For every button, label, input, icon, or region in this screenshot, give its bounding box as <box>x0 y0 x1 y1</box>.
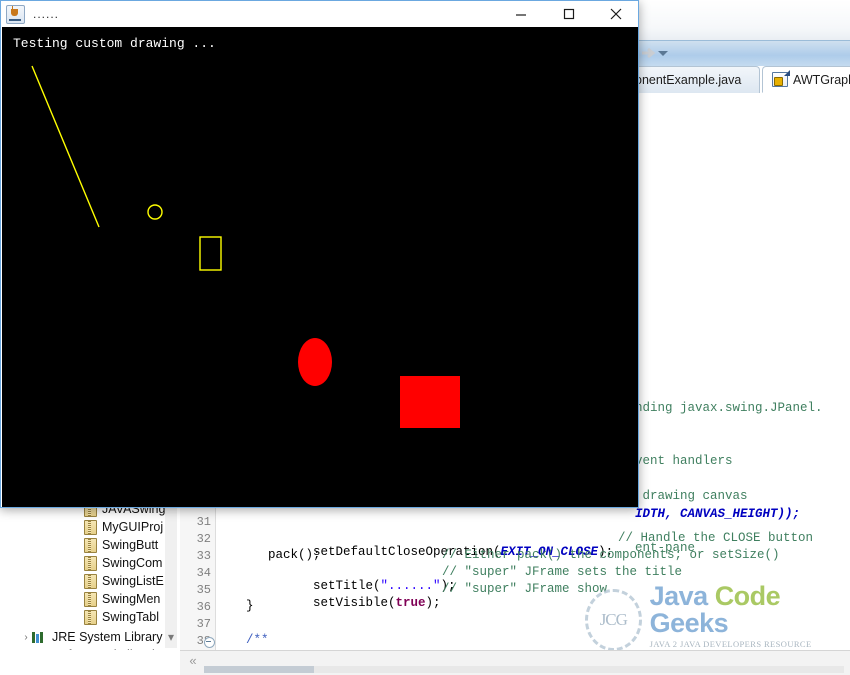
code-fragment: IDTH, CANVAS_HEIGHT)); <box>635 507 801 521</box>
list-item-label: MyGUIProj <box>102 520 164 534</box>
editor-horizontal-scrollbar-thumb[interactable] <box>204 666 314 673</box>
code-fragment: drawing canvas <box>635 489 748 503</box>
code-line-38: /** <box>246 633 269 647</box>
line-number: 31 <box>196 515 211 529</box>
code-token-keyword: true <box>395 596 426 610</box>
line-number: 34 <box>196 566 211 580</box>
code-line-35: setVisible(true); <box>268 582 441 624</box>
tab-label: onentExample.java <box>635 73 742 87</box>
circle-shape <box>147 204 163 220</box>
list-item[interactable]: SwingCom <box>0 554 180 572</box>
list-item[interactable]: SwingTabl <box>0 608 180 626</box>
canvas-shapes <box>31 65 460 428</box>
java-code-geeks-watermark: JCG Java Code Geeks JAVA 2 JAVA DEVELOPE… <box>585 583 845 657</box>
explorer-footer <box>0 650 180 674</box>
list-item[interactable]: MyGUIProj <box>0 518 180 536</box>
library-icon <box>32 631 47 643</box>
list-item-label: SwingTabl <box>102 610 159 624</box>
line-number: 33 <box>196 549 211 563</box>
tab-componentexample-java[interactable]: onentExample.java <box>625 66 760 93</box>
code-token: ); <box>425 596 441 610</box>
close-button[interactable] <box>593 1 639 27</box>
list-item[interactable]: SwingButt <box>0 536 180 554</box>
window-title: ...... <box>33 7 60 21</box>
list-item[interactable]: SwingListE <box>0 572 180 590</box>
code-fragment: nding javax.swing.JPanel. <box>635 401 823 415</box>
list-item-label: SwingListE <box>102 574 164 588</box>
line-number: 32 <box>196 532 211 546</box>
code-comment-32: // Handle the CLOSE button <box>618 531 814 545</box>
code-comment-35: // "super" JFrame show <box>442 582 608 596</box>
watermark-title-part: Geeks <box>649 608 729 638</box>
code-fragment: vent handlers <box>635 454 733 468</box>
line-shape <box>31 65 100 228</box>
package-icon <box>84 573 97 589</box>
custom-drawing-canvas[interactable]: Testing custom drawing ... <box>2 27 638 507</box>
maximize-button[interactable] <box>546 1 592 27</box>
package-icon <box>84 591 97 607</box>
package-icon <box>84 519 97 535</box>
code-token: setVisible( <box>313 596 396 610</box>
java-class-locked-icon <box>772 72 788 87</box>
line-number: 36 <box>196 600 211 614</box>
package-icon <box>84 609 97 625</box>
rectangle-shape <box>199 236 222 271</box>
tab-awtgraphics[interactable]: AWTGraphics <box>762 66 850 93</box>
filled-rect-shape <box>400 376 460 428</box>
package-icon <box>84 537 97 553</box>
chevron-down-icon[interactable] <box>654 44 672 62</box>
double-chevron-left-icon[interactable]: « <box>184 652 202 670</box>
list-item-label: SwingButt <box>102 538 159 552</box>
list-item-label: JRE System Library <box>52 630 163 644</box>
line-number: 37 <box>196 617 211 631</box>
list-item-label: SwingMen <box>102 592 161 606</box>
code-line-33: pack(); <box>268 548 321 562</box>
package-icon <box>84 555 97 571</box>
watermark-title-part: Java <box>649 581 715 611</box>
code-comment-34: // "super" JFrame sets the title <box>442 565 683 579</box>
list-item[interactable]: SwingMen <box>0 590 180 608</box>
tree-twisty[interactable]: › <box>20 632 32 643</box>
tab-label: AWTGraphics <box>793 72 850 87</box>
list-item-jre-system-library[interactable]: › JRE System Library <box>0 628 180 646</box>
chevron-down-icon[interactable]: ▾ <box>164 630 178 644</box>
watermark-text: Java Code Geeks JAVA 2 JAVA DEVELOPERS R… <box>650 583 845 657</box>
watermark-title: Java Code Geeks <box>650 583 845 637</box>
filled-oval-shape <box>298 338 332 386</box>
code-fold-toggle[interactable] <box>204 637 215 648</box>
code-line-36: } <box>246 599 254 613</box>
jcg-logo-icon: JCG <box>585 589 642 651</box>
code-comment-33: // Either pack() the components; or setS… <box>442 548 780 562</box>
minimize-button[interactable] <box>498 1 544 27</box>
java-swing-frame[interactable]: ...... Testing custom drawing ... <box>0 0 639 508</box>
list-item-label: SwingCom <box>102 556 163 570</box>
java-coffee-cup-icon <box>6 4 25 24</box>
watermark-title-part: Code <box>714 581 781 611</box>
line-number: 35 <box>196 583 211 597</box>
